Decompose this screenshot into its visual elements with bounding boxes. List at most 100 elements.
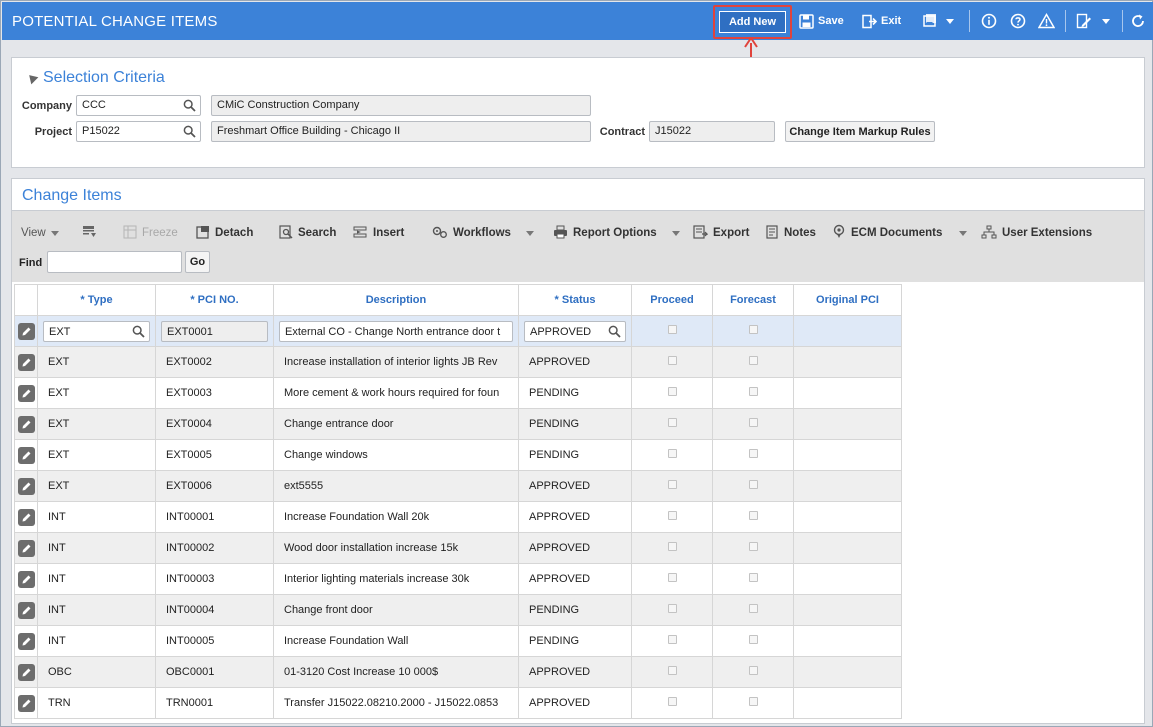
forecast-checkbox[interactable] <box>748 511 758 520</box>
forecast-checkbox[interactable] <box>748 604 758 613</box>
pencil-edit-icon[interactable] <box>17 539 35 557</box>
find-input[interactable] <box>47 251 182 273</box>
forecast-checkbox[interactable] <box>748 542 758 551</box>
pencil-edit-icon[interactable] <box>17 415 35 433</box>
edit-cell[interactable] <box>14 315 38 347</box>
pci-cell[interactable]: EXT0001 <box>155 315 274 347</box>
table-row[interactable]: INT INT00002 Wood door installation increa… <box>14 532 902 564</box>
proceed-checkbox[interactable] <box>667 573 677 582</box>
export-button[interactable]: Export <box>693 224 749 241</box>
column-header-description[interactable]: Description <box>273 284 519 316</box>
pencil-edit-icon[interactable] <box>17 570 35 588</box>
column-header-pci-no[interactable]: * PCI NO. <box>155 284 274 316</box>
edit-cell[interactable] <box>14 439 38 471</box>
edit-cell[interactable] <box>14 563 38 595</box>
pencil-edit-icon[interactable] <box>17 322 35 340</box>
forecast-checkbox[interactable] <box>748 356 758 365</box>
edit-menu-button[interactable] <box>1076 10 1110 32</box>
collapse-triangle-icon[interactable] <box>25 71 39 85</box>
table-row[interactable]: INT INT00004 Change front door PENDING <box>14 594 902 626</box>
table-row[interactable]: TRN TRN0001 Transfer J15022.08210.2000 - J… <box>14 687 902 719</box>
detach-button[interactable]: Detach <box>196 225 253 241</box>
forecast-checkbox[interactable] <box>748 480 758 489</box>
refresh-button[interactable] <box>1130 10 1146 32</box>
report-options-menu[interactable]: Report Options <box>553 225 680 241</box>
forecast-checkbox[interactable] <box>748 418 758 427</box>
search-icon[interactable] <box>608 325 621 341</box>
table-row[interactable]: EXT EXT0006 ext5555 APPROVED <box>14 470 902 502</box>
forecast-checkbox[interactable] <box>748 387 758 396</box>
help-button[interactable] <box>1010 10 1026 32</box>
change-item-markup-rules-button[interactable]: Change Item Markup Rules <box>785 121 935 142</box>
search-icon[interactable] <box>183 125 196 141</box>
proceed-checkbox[interactable] <box>667 449 677 458</box>
save-button[interactable]: Save <box>799 10 844 32</box>
forecast-checkbox[interactable] <box>748 573 758 582</box>
description-cell[interactable]: External CO - Change North entrance door… <box>273 315 519 347</box>
notes-button[interactable]: Notes <box>766 224 816 241</box>
proceed-checkbox[interactable] <box>667 480 677 489</box>
ecm-documents-menu[interactable]: ECM Documents <box>832 224 968 241</box>
forecast-checkbox[interactable] <box>748 449 758 458</box>
proceed-checkbox[interactable] <box>667 542 677 551</box>
table-row[interactable]: EXT EXT0004 Change entrance door PENDING <box>14 408 902 440</box>
edit-cell[interactable] <box>14 687 38 719</box>
column-header-status[interactable]: * Status <box>518 284 632 316</box>
status-input[interactable]: APPROVED <box>524 320 626 342</box>
search-button[interactable]: Search <box>279 224 336 241</box>
edit-cell[interactable] <box>14 532 38 564</box>
search-icon[interactable] <box>183 99 196 115</box>
proceed-checkbox[interactable] <box>667 325 677 334</box>
table-row[interactable]: EXT EXT0002 Increase installation of inter… <box>14 346 902 378</box>
proceed-checkbox[interactable] <box>667 666 677 675</box>
proceed-checkbox[interactable] <box>667 418 677 427</box>
table-row[interactable]: EXT EXT0005 Change windows PENDING <box>14 439 902 471</box>
table-row[interactable]: INT INT00001 Increase Foundation Wall 20k A… <box>14 501 902 533</box>
column-header-forecast[interactable]: Forecast <box>712 284 794 316</box>
pencil-edit-icon[interactable] <box>17 601 35 619</box>
pencil-edit-icon[interactable] <box>17 477 35 495</box>
edit-cell[interactable] <box>14 656 38 688</box>
proceed-checkbox[interactable] <box>667 697 677 706</box>
pencil-edit-icon[interactable] <box>17 446 35 464</box>
forecast-checkbox[interactable] <box>748 635 758 644</box>
type-cell[interactable]: EXT <box>37 315 156 347</box>
project-input[interactable]: P15022 <box>76 121 201 142</box>
forecast-checkbox[interactable] <box>748 697 758 706</box>
proceed-checkbox[interactable] <box>667 604 677 613</box>
proceed-checkbox[interactable] <box>667 511 677 520</box>
column-header-proceed[interactable]: Proceed <box>631 284 713 316</box>
exit-button[interactable]: Exit <box>862 10 901 32</box>
pencil-edit-icon[interactable] <box>17 663 35 681</box>
insert-button[interactable]: Insert <box>353 225 404 241</box>
edit-cell[interactable] <box>14 625 38 657</box>
company-input[interactable]: CCC <box>76 95 201 116</box>
column-header-original-pci[interactable]: Original PCI <box>793 284 902 316</box>
edit-cell[interactable] <box>14 408 38 440</box>
selection-criteria-header[interactable]: Selection Criteria <box>25 69 165 87</box>
column-header-type[interactable]: * Type <box>37 284 156 316</box>
edit-cell[interactable] <box>14 470 38 502</box>
workflows-menu[interactable]: Workflows <box>432 225 534 241</box>
info-button[interactable] <box>981 10 997 32</box>
table-row[interactable]: OBC OBC0001 01-3120 Cost Increase 10 000$ A… <box>14 656 902 688</box>
proceed-checkbox[interactable] <box>667 635 677 644</box>
proceed-checkbox[interactable] <box>667 356 677 365</box>
status-cell[interactable]: APPROVED <box>518 315 632 347</box>
pencil-edit-icon[interactable] <box>17 694 35 712</box>
pencil-edit-icon[interactable] <box>17 384 35 402</box>
freeze-button[interactable]: Freeze <box>123 225 178 241</box>
format-button[interactable] <box>82 225 97 241</box>
print-menu-button[interactable] <box>922 10 954 32</box>
forecast-checkbox[interactable] <box>748 325 758 334</box>
search-icon[interactable] <box>132 325 145 341</box>
table-row[interactable]: INT INT00005 Increase Foundation Wall PENDI… <box>14 625 902 657</box>
warning-button[interactable] <box>1038 10 1055 32</box>
edit-cell[interactable] <box>14 346 38 378</box>
table-row[interactable]: INT INT00003 Interior lighting materials i… <box>14 563 902 595</box>
table-row[interactable]: EXT EXT0003 More cement & work hours requi… <box>14 377 902 409</box>
description-input[interactable]: External CO - Change North entrance door… <box>279 320 513 342</box>
forecast-checkbox[interactable] <box>748 666 758 675</box>
edit-cell[interactable] <box>14 594 38 626</box>
pci-no-input[interactable]: EXT0001 <box>161 320 268 342</box>
